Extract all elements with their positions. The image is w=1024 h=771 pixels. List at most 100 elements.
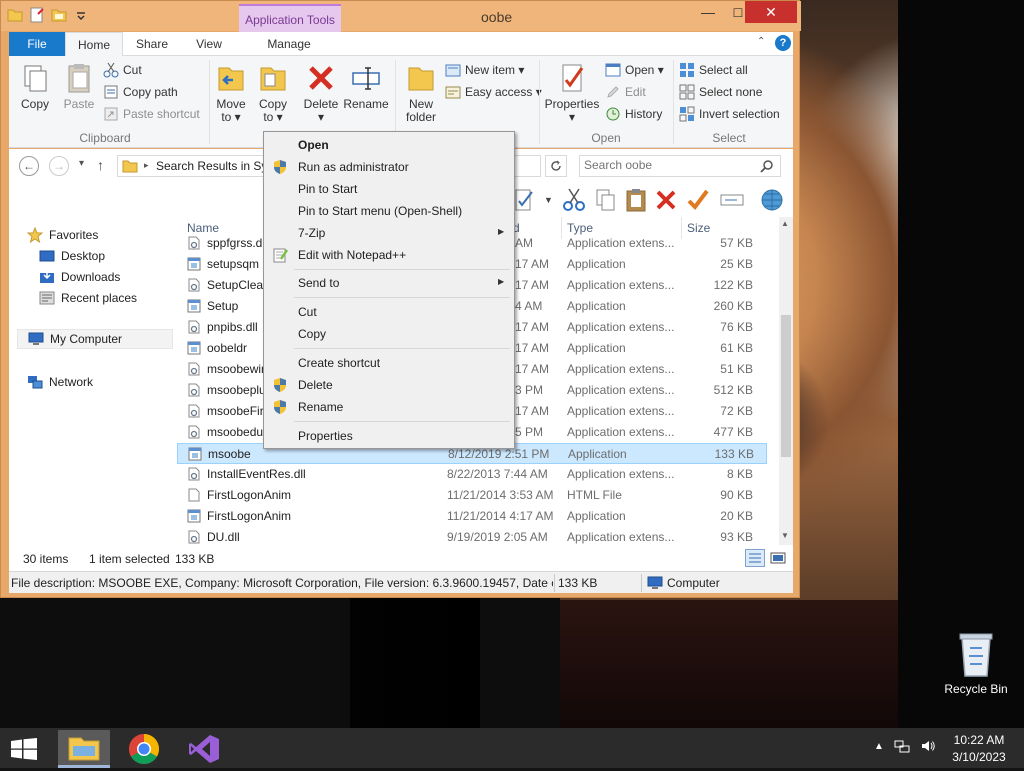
new-folder-button[interactable]: New folder bbox=[399, 62, 443, 124]
menu-item-7zip-label: 7-Zip bbox=[298, 226, 326, 240]
up-arrow-icon[interactable]: ↑ bbox=[97, 157, 104, 173]
menu-item-delete[interactable]: Delete bbox=[266, 374, 512, 396]
taskbar-file-explorer[interactable] bbox=[58, 730, 110, 768]
checkmark-icon[interactable] bbox=[685, 187, 711, 213]
copy-path-label: Copy path bbox=[123, 85, 178, 99]
move-to-button[interactable]: Move to ▾ bbox=[211, 62, 251, 124]
nav-downloads[interactable]: Downloads bbox=[39, 267, 120, 287]
menu-item-pin-to-start[interactable]: Pin to Start bbox=[266, 178, 512, 200]
ribbon-tabs: File Home Share View Manage ⌃ ? bbox=[9, 32, 793, 56]
nav-my-computer[interactable]: My Computer bbox=[17, 329, 173, 349]
tray-chevron-up-icon[interactable]: ▲ bbox=[874, 741, 884, 752]
help-icon[interactable]: ? bbox=[775, 35, 791, 51]
tab-home[interactable]: Home bbox=[65, 32, 123, 56]
ribbon-collapse-icon[interactable]: ⌃ bbox=[757, 36, 765, 47]
table-row[interactable]: DU.dll 9/19/2019 2:05 AM Application exten… bbox=[177, 527, 767, 545]
paste-icon[interactable] bbox=[623, 187, 649, 213]
select-none-button[interactable]: Select none bbox=[679, 83, 762, 101]
table-row[interactable]: FirstLogonAnim 11/21/2014 4:17 AM Applicat… bbox=[177, 506, 767, 527]
menu-item-pin-to-start-menu[interactable]: Pin to Start menu (Open-Shell) bbox=[266, 200, 512, 222]
copy-to-button[interactable]: Copy to ▾ bbox=[253, 62, 293, 124]
scroll-thumb[interactable] bbox=[781, 315, 791, 457]
delete-button[interactable]: Delete ▾ bbox=[301, 62, 341, 124]
nav-favorites[interactable]: Favorites bbox=[27, 225, 98, 245]
nav-desktop[interactable]: Desktop bbox=[39, 246, 105, 266]
menu-item-send-to[interactable]: Send to ▶ bbox=[266, 272, 512, 294]
rename-button[interactable]: Rename bbox=[343, 62, 389, 111]
scissors-icon[interactable] bbox=[561, 187, 587, 213]
invert-selection-button[interactable]: Invert selection bbox=[679, 105, 780, 123]
scroll-up-arrow-icon[interactable]: ▲ bbox=[781, 219, 789, 228]
forward-button[interactable]: → bbox=[49, 156, 69, 176]
minimize-button[interactable]: — bbox=[693, 3, 723, 23]
history-label: History bbox=[625, 107, 663, 121]
history-button[interactable]: History bbox=[605, 105, 662, 123]
delete-icon[interactable] bbox=[653, 187, 679, 213]
tab-share[interactable]: Share bbox=[123, 32, 181, 56]
folder-icon[interactable] bbox=[7, 7, 23, 23]
taskbar-visual-studio[interactable] bbox=[178, 730, 230, 768]
chevron-down-icon[interactable]: ▼ bbox=[544, 195, 553, 205]
menu-item-cut[interactable]: Cut bbox=[266, 301, 512, 323]
copy-icon[interactable] bbox=[593, 187, 619, 213]
chevron-down-icon[interactable] bbox=[73, 7, 89, 23]
scroll-down-arrow-icon[interactable]: ▼ bbox=[781, 531, 789, 540]
close-button[interactable]: ✕ bbox=[745, 1, 797, 23]
windows-start-icon[interactable] bbox=[10, 738, 38, 760]
search-box[interactable] bbox=[579, 155, 781, 177]
nav-network[interactable]: Network bbox=[27, 372, 93, 392]
title-bar[interactable]: Application Tools oobe — ☐ ✕ bbox=[1, 1, 801, 32]
properties-icon[interactable] bbox=[29, 7, 45, 23]
history-icon bbox=[606, 107, 620, 121]
recent-locations-icon[interactable]: ▾ bbox=[79, 158, 84, 169]
tab-manage[interactable]: Manage bbox=[239, 32, 339, 56]
details-view-button[interactable] bbox=[745, 549, 765, 567]
rename-icon[interactable] bbox=[719, 187, 745, 213]
table-row[interactable]: InstallEventRes.dll 8/22/2013 7:44 AM Appl… bbox=[177, 464, 767, 485]
file-type: Application bbox=[567, 341, 626, 355]
cut-button[interactable]: Cut bbox=[103, 61, 142, 79]
properties-button[interactable]: Properties ▾ bbox=[543, 62, 601, 124]
paste-shortcut-button[interactable]: Paste shortcut bbox=[103, 105, 200, 123]
dll-file-icon bbox=[188, 320, 200, 334]
back-button[interactable]: ← bbox=[19, 156, 39, 176]
menu-item-open[interactable]: Open bbox=[266, 134, 512, 156]
copy-path-button[interactable]: Copy path bbox=[103, 83, 178, 101]
copy-button[interactable]: Copy bbox=[15, 62, 55, 111]
new-folder-icon[interactable] bbox=[51, 7, 67, 23]
clock-date: 3/10/2023 bbox=[952, 750, 1006, 764]
properties-icon bbox=[562, 64, 584, 92]
globe-icon[interactable] bbox=[759, 187, 785, 213]
system-clock[interactable]: 10:22 AM 3/10/2023 bbox=[942, 732, 1016, 766]
easy-access-button[interactable]: Easy access ▾ bbox=[445, 83, 542, 101]
recycle-bin[interactable]: Recycle Bin bbox=[936, 630, 1016, 696]
nav-recent-places[interactable]: Recent places bbox=[39, 288, 137, 308]
taskbar-chrome[interactable] bbox=[118, 730, 170, 768]
network-status-icon[interactable] bbox=[894, 738, 910, 754]
search-input[interactable] bbox=[584, 158, 754, 172]
tab-file[interactable]: File bbox=[9, 32, 65, 56]
menu-item-run-as-administrator[interactable]: Run as administrator bbox=[266, 156, 512, 178]
menu-item-create-shortcut[interactable]: Create shortcut bbox=[266, 352, 512, 374]
select-all-button[interactable]: Select all bbox=[679, 61, 748, 79]
refresh-button[interactable] bbox=[545, 155, 567, 177]
dll-file-icon bbox=[188, 467, 200, 481]
speaker-icon[interactable] bbox=[920, 738, 936, 754]
paste-button[interactable]: Paste bbox=[59, 62, 99, 111]
menu-item-edit-with-notepad[interactable]: Edit with Notepad++ bbox=[266, 244, 512, 266]
edit-button[interactable]: Edit bbox=[605, 83, 646, 101]
breadcrumb-chevron-icon[interactable]: ▸ bbox=[144, 160, 149, 171]
tab-view[interactable]: View bbox=[181, 32, 237, 56]
vertical-scrollbar[interactable]: ▲ ▼ bbox=[779, 217, 793, 545]
new-item-button[interactable]: New item ▾ bbox=[445, 61, 524, 79]
menu-item-rename[interactable]: Rename bbox=[266, 396, 512, 418]
file-type: Application extens... bbox=[567, 383, 675, 397]
menu-item-7zip[interactable]: 7-Zip ▶ bbox=[266, 222, 512, 244]
menu-item-copy[interactable]: Copy bbox=[266, 323, 512, 345]
table-row[interactable]: FirstLogonAnim 11/21/2014 3:53 AM HTML Fil… bbox=[177, 485, 767, 506]
file-size: 512 KB bbox=[713, 383, 753, 397]
large-icons-view-button[interactable] bbox=[769, 549, 787, 567]
search-icon[interactable] bbox=[760, 159, 774, 173]
menu-item-properties[interactable]: Properties bbox=[266, 425, 512, 447]
open-button[interactable]: Open ▾ bbox=[605, 61, 664, 79]
